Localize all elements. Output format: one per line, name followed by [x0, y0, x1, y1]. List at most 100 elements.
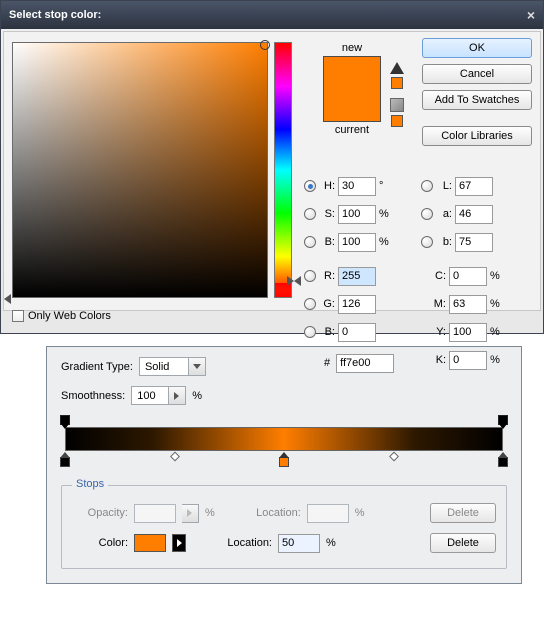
location2-label: Location:: [212, 537, 272, 549]
location1-input: [307, 504, 349, 523]
gamut-swatch[interactable]: [391, 77, 403, 89]
label-h: H:: [319, 180, 335, 192]
input-h[interactable]: [338, 177, 376, 196]
color-stops-row[interactable]: [65, 451, 503, 467]
radio-r[interactable]: [304, 270, 316, 282]
smoothness-label: Smoothness:: [61, 390, 125, 402]
swatch-current: [324, 89, 380, 121]
swatch-new: [324, 57, 380, 89]
label-s: S:: [319, 208, 335, 220]
add-to-swatches-button[interactable]: Add To Swatches: [422, 90, 532, 110]
websafe-swatch[interactable]: [391, 115, 403, 127]
only-web-colors-label: Only Web Colors: [28, 310, 111, 322]
current-label: current: [316, 124, 388, 136]
websafe-warning-icon[interactable]: [390, 98, 404, 112]
input-a[interactable]: [455, 205, 493, 224]
gradient-type-label: Gradient Type:: [61, 361, 133, 373]
label-b: b:: [436, 236, 452, 248]
input-m[interactable]: [449, 295, 487, 314]
cancel-button[interactable]: Cancel: [422, 64, 532, 84]
input-r[interactable]: [338, 267, 376, 286]
input-bb[interactable]: [338, 323, 376, 342]
gradient-type-dropdown-button[interactable]: [189, 357, 206, 376]
unit-y: %: [490, 326, 504, 338]
gradient-preview-bar[interactable]: [65, 427, 503, 451]
opacity-flyout-button: [182, 504, 199, 523]
label-bb: B:: [319, 326, 335, 338]
color-swatch-compare[interactable]: [323, 56, 381, 122]
color-stop-active[interactable]: [279, 457, 289, 467]
titlebar[interactable]: Select stop color: ×: [1, 1, 543, 29]
gradient-editor-panel: Gradient Type: Smoothness: %: [46, 346, 522, 584]
saturation-brightness-field[interactable]: [12, 42, 268, 298]
stop-color-swatch[interactable]: [134, 534, 166, 552]
midpoint-handle[interactable]: [389, 452, 399, 462]
delete-color-stop-button[interactable]: Delete: [430, 533, 496, 553]
input-hex[interactable]: [336, 354, 394, 373]
radio-bv[interactable]: [304, 236, 316, 248]
unit-k: %: [490, 354, 504, 366]
opacity-label: Opacity:: [72, 507, 128, 519]
ok-button[interactable]: OK: [422, 38, 532, 58]
gradient-type-select[interactable]: [139, 357, 189, 376]
sb-cursor-icon: [260, 40, 270, 50]
smoothness-unit: %: [192, 390, 202, 402]
radio-s[interactable]: [304, 208, 316, 220]
sb-arrow-icon: [4, 294, 11, 304]
color-libraries-button[interactable]: Color Libraries: [422, 126, 532, 146]
label-bv: B:: [319, 236, 335, 248]
unit-m: %: [490, 298, 504, 310]
input-s[interactable]: [338, 205, 376, 224]
input-k[interactable]: [449, 351, 487, 370]
label-g: G:: [319, 298, 335, 310]
label-c: C:: [430, 270, 446, 282]
radio-b[interactable]: [421, 236, 433, 248]
stops-legend: Stops: [72, 478, 108, 490]
unit-s: %: [379, 208, 393, 220]
stops-group: Stops Opacity: % Location: % Delete Colo…: [61, 485, 507, 569]
location2-input[interactable]: [278, 534, 320, 553]
radio-h[interactable]: [304, 180, 316, 192]
location1-unit: %: [355, 507, 365, 519]
location2-unit: %: [326, 537, 336, 549]
location1-label: Location:: [241, 507, 301, 519]
color-label: Color:: [72, 537, 128, 549]
label-y: Y:: [430, 326, 446, 338]
input-b[interactable]: [455, 233, 493, 252]
new-label: new: [316, 42, 388, 54]
unit-c: %: [490, 270, 504, 282]
radio-g[interactable]: [304, 298, 316, 310]
input-g[interactable]: [338, 295, 376, 314]
stop-color-flyout-button[interactable]: [172, 534, 186, 552]
gamut-warning-icon[interactable]: [390, 62, 404, 74]
opacity-stop[interactable]: [498, 415, 508, 425]
color-stop[interactable]: [60, 457, 70, 467]
opacity-input: [134, 504, 176, 523]
input-bv[interactable]: [338, 233, 376, 252]
radio-l[interactable]: [421, 180, 433, 192]
label-hex: #: [324, 357, 330, 369]
hue-slider[interactable]: [274, 42, 292, 298]
label-k: K:: [430, 354, 446, 366]
opacity-unit: %: [205, 507, 215, 519]
input-l[interactable]: [455, 177, 493, 196]
color-stop[interactable]: [498, 457, 508, 467]
label-r: R:: [319, 270, 335, 282]
midpoint-handle[interactable]: [170, 452, 180, 462]
dialog-title: Select stop color:: [9, 9, 101, 21]
radio-bb[interactable]: [304, 326, 316, 338]
color-picker-dialog: Select stop color: × Only Web Colors: [0, 0, 544, 334]
opacity-stop[interactable]: [60, 415, 70, 425]
radio-a[interactable]: [421, 208, 433, 220]
smoothness-flyout-button[interactable]: [169, 386, 186, 405]
close-icon[interactable]: ×: [527, 7, 535, 23]
input-c[interactable]: [449, 267, 487, 286]
only-web-colors-checkbox[interactable]: [12, 310, 24, 322]
input-y[interactable]: [449, 323, 487, 342]
opacity-stops-row[interactable]: [65, 415, 503, 427]
unit-bv: %: [379, 236, 393, 248]
hue-indicator-left-icon: [287, 276, 294, 286]
label-m: M:: [430, 298, 446, 310]
smoothness-input[interactable]: [131, 386, 169, 405]
delete-opacity-stop-button: Delete: [430, 503, 496, 523]
